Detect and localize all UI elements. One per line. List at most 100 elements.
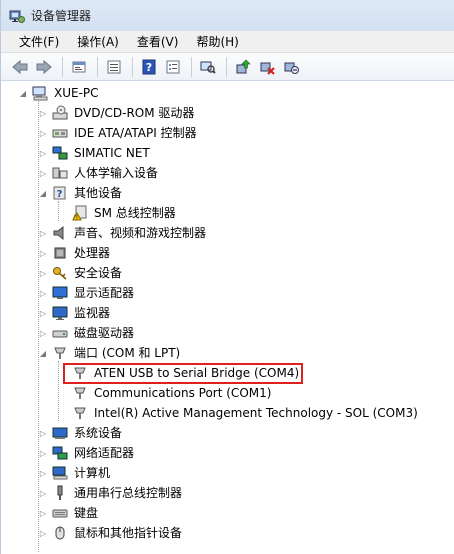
expand-arrow-icon[interactable]: ▷	[38, 463, 48, 483]
expand-arrow-icon[interactable]: ▷	[38, 143, 48, 163]
tree-item-display[interactable]: ▷ 显示适配器	[1, 283, 454, 303]
uninstall-device-icon	[284, 62, 299, 74]
dvd-drive-icon	[52, 105, 68, 120]
tree-label: 人体学输入设备	[74, 166, 159, 180]
warning-device-icon: !	[72, 205, 87, 221]
speaker-icon	[53, 225, 64, 241]
expand-arrow-icon[interactable]: ▷	[38, 523, 48, 543]
tree-label: SIMATIC NET	[74, 146, 150, 160]
port-icon	[74, 387, 86, 399]
collapse-arrow-icon[interactable]: ◢	[38, 343, 48, 363]
tree-root-xue-pc[interactable]: ◢ XUE-PC	[1, 83, 454, 103]
tree-item-usb-controllers[interactable]: ▷ 通用串行总线控制器	[1, 483, 454, 503]
tree-item-keyboard[interactable]: ▷ 键盘	[1, 503, 454, 523]
tree-item-aten-usb-serial[interactable]: ATEN USB to Serial Bridge (COM4)	[1, 363, 454, 384]
toolbar: ?	[1, 53, 454, 81]
tree-label: 安全设备	[74, 266, 123, 280]
tree-label: 键盘	[74, 506, 99, 520]
back-button[interactable]	[9, 56, 31, 78]
svg-text:?: ?	[57, 189, 63, 200]
device-manager-icon	[9, 10, 25, 23]
tree-item-disk[interactable]: ▷ 磁盘驱动器	[1, 323, 454, 343]
expand-arrow-icon[interactable]: ▷	[38, 483, 48, 503]
tree-item-communications-port[interactable]: Communications Port (COM1)	[1, 383, 454, 403]
tree-label: 网络适配器	[74, 446, 135, 460]
selection-highlight	[63, 363, 303, 384]
computer-icon	[52, 466, 68, 480]
expand-arrow-icon[interactable]: ▷	[38, 303, 48, 323]
network-icon	[52, 146, 68, 160]
tree-label: 显示适配器	[74, 286, 135, 300]
list-icon	[166, 60, 180, 73]
tree-item-system-devices[interactable]: ▷ 系统设备	[1, 423, 454, 443]
network-adapter-icon	[52, 446, 68, 460]
properties-button[interactable]	[68, 56, 90, 78]
tree-label: 声音、视频和游戏控制器	[74, 226, 207, 240]
expand-arrow-icon[interactable]: ▷	[38, 443, 48, 463]
expand-arrow-icon[interactable]: ▷	[38, 323, 48, 343]
uninstall-device-button[interactable]	[280, 56, 302, 78]
expand-arrow-icon[interactable]: ▷	[38, 223, 48, 243]
menu-action[interactable]: 操作(A)	[69, 31, 127, 52]
ide-controller-icon	[52, 129, 68, 138]
help-button[interactable]: ?	[138, 56, 160, 78]
unknown-device-icon: ?	[53, 186, 66, 200]
tree-item-mouse[interactable]: ▷ 鼠标和其他指针设备	[1, 523, 454, 543]
tree-item-intel-amt-sol[interactable]: Intel(R) Active Management Technology - …	[1, 403, 454, 423]
view-icon	[107, 60, 121, 73]
tree-label: 磁盘驱动器	[74, 326, 135, 340]
mouse-icon	[55, 526, 65, 540]
toolbar-separator	[132, 56, 133, 77]
disable-device-button[interactable]	[256, 56, 278, 78]
update-driver-button[interactable]	[232, 56, 254, 78]
expand-arrow-icon[interactable]: ▷	[38, 163, 48, 183]
menu-view[interactable]: 查看(V)	[129, 31, 187, 52]
tree-label: 端口 (COM 和 LPT)	[74, 346, 181, 360]
tree-item-security[interactable]: ▷ 安全设备	[1, 263, 454, 283]
device-tree[interactable]: ◢ XUE-PC ▷ DVD/CD-ROM 驱动器 ▷ IDE ATA/ATAP…	[1, 81, 454, 554]
tree-item-simatic[interactable]: ▷ SIMATIC NET	[1, 143, 454, 163]
menu-file[interactable]: 文件(F)	[11, 31, 67, 52]
tree-label: 其他设备	[74, 186, 123, 200]
scan-hardware-button[interactable]	[197, 56, 219, 78]
expand-arrow-icon[interactable]: ▷	[38, 243, 48, 263]
toolbar-separator	[62, 56, 63, 77]
expand-arrow-icon[interactable]: ▷	[38, 503, 48, 523]
help-icon: ?	[142, 59, 156, 74]
expand-arrow-icon[interactable]: ▷	[38, 423, 48, 443]
tree-item-ports[interactable]: ◢ 端口 (COM 和 LPT)	[1, 343, 454, 363]
tree-item-monitor[interactable]: ▷ 监视器	[1, 303, 454, 323]
tree-label: 监视器	[74, 306, 111, 320]
expand-arrow-icon[interactable]: ▷	[38, 283, 48, 303]
tree-label: XUE-PC	[54, 86, 99, 100]
usb-icon	[57, 485, 63, 500]
disable-device-icon	[260, 62, 275, 75]
tree-item-sm-bus[interactable]: ! SM 总线控制器	[1, 203, 454, 223]
tree-item-computer[interactable]: ▷ 计算机	[1, 463, 454, 483]
toolbar-separator	[191, 56, 192, 77]
list-button[interactable]	[162, 56, 184, 78]
update-driver-icon	[236, 59, 251, 73]
collapse-arrow-icon[interactable]: ◢	[18, 83, 28, 103]
menu-help[interactable]: 帮助(H)	[188, 31, 246, 52]
forward-icon	[36, 59, 52, 74]
collapse-arrow-icon[interactable]: ◢	[38, 183, 48, 203]
tree-label: 鼠标和其他指针设备	[74, 526, 183, 540]
tree-item-ide[interactable]: ▷ IDE ATA/ATAPI 控制器	[1, 123, 454, 143]
tree-item-sound[interactable]: ▷ 声音、视频和游戏控制器	[1, 223, 454, 243]
view-button[interactable]	[103, 56, 125, 78]
tree-item-network-adapters[interactable]: ▷ 网络适配器	[1, 443, 454, 463]
expand-arrow-icon[interactable]: ▷	[38, 263, 48, 283]
tree-label: 系统设备	[74, 426, 123, 440]
forward-button[interactable]	[33, 56, 55, 78]
tree-item-processor[interactable]: ▷ 处理器	[1, 243, 454, 263]
tree-item-hid[interactable]: ▷ 人体学输入设备	[1, 163, 454, 183]
expand-arrow-icon[interactable]: ▷	[38, 123, 48, 143]
tree-item-other-devices[interactable]: ◢ ? 其他设备	[1, 183, 454, 203]
window-title: 设备管理器	[31, 9, 92, 23]
toolbar-separator	[226, 56, 227, 77]
tree-item-dvd[interactable]: ▷ DVD/CD-ROM 驱动器	[1, 103, 454, 123]
properties-icon	[72, 61, 86, 72]
expand-arrow-icon[interactable]: ▷	[38, 103, 48, 123]
tree-label: 通用串行总线控制器	[74, 486, 183, 500]
